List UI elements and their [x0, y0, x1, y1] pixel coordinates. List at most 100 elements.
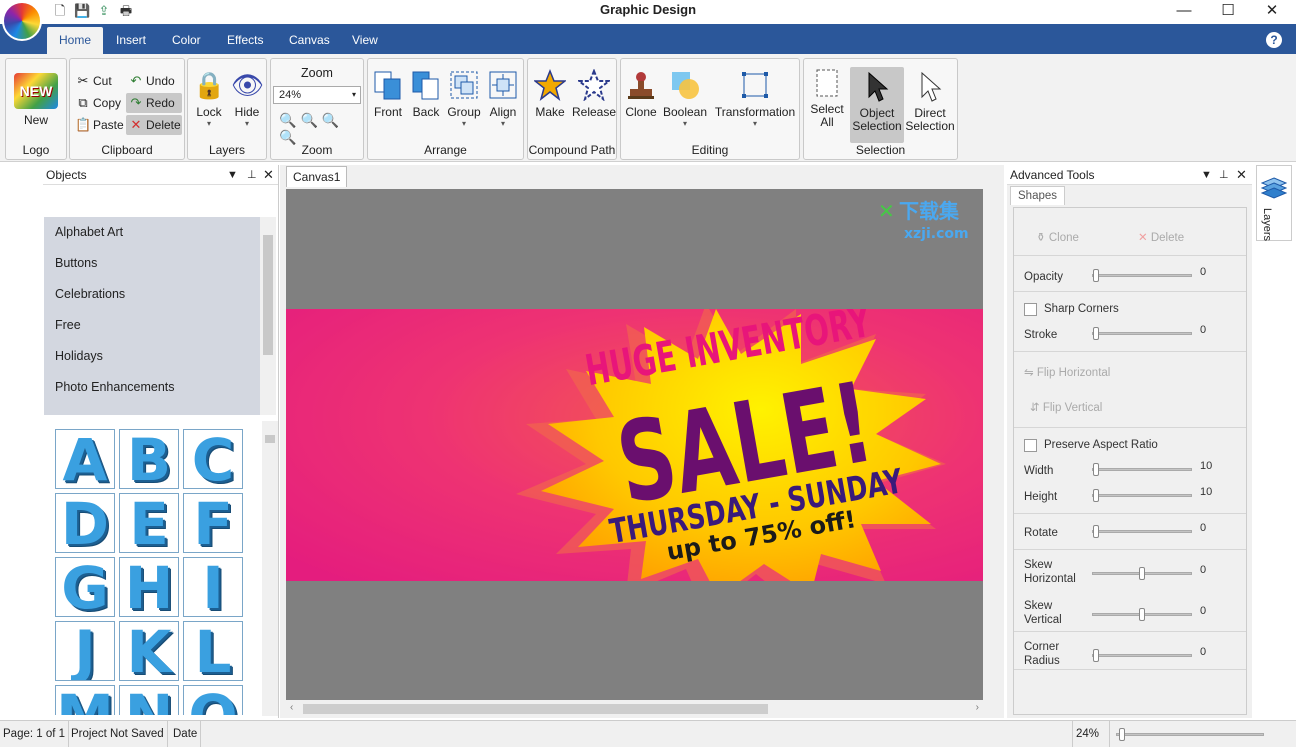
boolean-button[interactable]: Boolean ▾: [661, 69, 709, 128]
list-item[interactable]: Free: [44, 310, 276, 341]
delete-button[interactable]: ✕ Delete: [126, 115, 182, 135]
paste-button[interactable]: 📋 Paste: [73, 115, 124, 135]
stroke-slider[interactable]: [1092, 327, 1192, 340]
copy-button[interactable]: ⧉ Copy: [73, 93, 121, 113]
pin-icon[interactable]: ⊥: [1219, 165, 1229, 185]
zoom-slider[interactable]: [1116, 728, 1264, 741]
clone-prop-button[interactable]: ⚱ Clone: [1036, 230, 1079, 244]
letter-tile[interactable]: E: [119, 493, 179, 553]
flip-vertical-button[interactable]: ⇵ Flip Vertical: [1030, 401, 1102, 415]
tab-insert[interactable]: Insert: [104, 27, 158, 54]
skew-vertical-slider[interactable]: [1092, 608, 1192, 621]
cut-button[interactable]: ✂ Cut: [73, 71, 112, 91]
align-button[interactable]: Align ▾: [485, 69, 521, 128]
letter-tile[interactable]: I: [183, 557, 243, 617]
skew-horizontal-slider[interactable]: [1092, 567, 1192, 580]
canvas-viewport[interactable]: HUGE INVENTORY SALE! THURSDAY - SUNDAY u…: [286, 189, 983, 700]
height-slider-knob[interactable]: [1093, 489, 1099, 502]
list-item[interactable]: Alphabet Art: [44, 217, 276, 248]
zoom-out-icon[interactable]: 🔍: [322, 112, 343, 128]
group-button[interactable]: Group ▾: [446, 69, 482, 128]
letter-tile[interactable]: A: [55, 429, 115, 489]
minimize-button[interactable]: —: [1162, 0, 1206, 22]
transformation-button[interactable]: Transformation ▾: [713, 69, 797, 128]
undo-button[interactable]: ↶ Undo: [126, 71, 182, 91]
width-slider[interactable]: [1092, 463, 1192, 476]
letter-tile[interactable]: F: [183, 493, 243, 553]
zoom-fit-icon[interactable]: 🔍: [279, 112, 300, 128]
corner-radius-slider[interactable]: [1092, 649, 1192, 662]
preserve-aspect-checkbox[interactable]: [1024, 439, 1037, 452]
height-slider[interactable]: [1092, 489, 1192, 502]
letter-tile[interactable]: J: [55, 621, 115, 681]
scroll-left-icon[interactable]: ‹: [290, 702, 293, 713]
tab-color[interactable]: Color: [160, 27, 213, 54]
stroke-slider-knob[interactable]: [1093, 327, 1099, 340]
list-item[interactable]: Buttons: [44, 248, 276, 279]
canvas-hscroll-thumb[interactable]: [303, 704, 768, 714]
category-scroll-thumb[interactable]: [263, 235, 273, 355]
panel-menu-icon[interactable]: ▼: [1201, 165, 1212, 185]
tab-view[interactable]: View: [340, 27, 390, 54]
layers-side-tab[interactable]: Layers: [1256, 165, 1292, 241]
width-slider-knob[interactable]: [1093, 463, 1099, 476]
zoom-select[interactable]: 24% ▾: [273, 86, 361, 104]
letters-scroll-thumb[interactable]: [265, 435, 275, 443]
tab-shapes[interactable]: Shapes: [1010, 186, 1066, 205]
letter-tile[interactable]: M: [55, 685, 115, 715]
back-button[interactable]: Back: [408, 69, 444, 119]
zoom-in-icon[interactable]: 🔍: [300, 112, 321, 128]
hide-button[interactable]: 👁 Hide ▾: [230, 69, 264, 128]
letter-tile[interactable]: N: [119, 685, 179, 715]
skew-h-slider-knob[interactable]: [1139, 567, 1145, 580]
sharp-corners-checkbox[interactable]: [1024, 303, 1037, 316]
scroll-right-icon[interactable]: ›: [976, 702, 979, 713]
list-item[interactable]: Photo Enhancements: [44, 372, 276, 403]
letter-tile[interactable]: K: [119, 621, 179, 681]
list-item[interactable]: Holidays: [44, 341, 276, 372]
canvas-vscroll[interactable]: [983, 189, 999, 700]
panel-close-icon[interactable]: ✕: [1236, 165, 1247, 185]
letter-tile[interactable]: B: [119, 429, 179, 489]
make-button[interactable]: Make: [530, 68, 570, 119]
list-item[interactable]: Celebrations: [44, 279, 276, 310]
zoom-slider-knob[interactable]: [1119, 728, 1125, 741]
new-logo-button[interactable]: NEW New: [12, 73, 60, 127]
category-scrollbar[interactable]: [260, 217, 276, 415]
letter-tile[interactable]: D: [55, 493, 115, 553]
letter-tile[interactable]: O: [183, 685, 243, 715]
front-button[interactable]: Front: [370, 69, 406, 119]
maximize-button[interactable]: ☐: [1206, 0, 1250, 22]
direct-selection-button[interactable]: Direct Selection: [904, 71, 956, 133]
letter-tile[interactable]: L: [183, 621, 243, 681]
corner-slider-knob[interactable]: [1093, 649, 1099, 662]
pin-icon[interactable]: ⊥: [247, 165, 257, 185]
rotate-slider-knob[interactable]: [1093, 525, 1099, 538]
flip-horizontal-button[interactable]: ⇋ Flip Horizontal: [1024, 366, 1110, 380]
redo-button[interactable]: ↷ Redo: [126, 93, 182, 113]
object-selection-button[interactable]: Object Selection: [850, 67, 904, 143]
panel-close-icon[interactable]: ✕: [263, 165, 274, 185]
letter-tile[interactable]: G: [55, 557, 115, 617]
tab-canvas1[interactable]: Canvas1: [286, 166, 348, 187]
delete-prop-button[interactable]: ✕ Delete: [1138, 230, 1184, 244]
panel-menu-icon[interactable]: ▼: [227, 165, 238, 185]
opacity-slider[interactable]: [1092, 269, 1192, 282]
tab-canvas[interactable]: Canvas: [277, 27, 342, 54]
release-button[interactable]: Release: [572, 68, 616, 119]
rotate-slider[interactable]: [1092, 525, 1192, 538]
sale-banner[interactable]: HUGE INVENTORY SALE! THURSDAY - SUNDAY u…: [286, 309, 983, 581]
lock-button[interactable]: 🔒 Lock ▾: [192, 69, 226, 128]
app-logo-icon[interactable]: [2, 1, 42, 41]
letter-tile[interactable]: H: [119, 557, 179, 617]
skew-v-slider-knob[interactable]: [1139, 608, 1145, 621]
select-all-button[interactable]: Select All: [808, 67, 846, 129]
canvas-hscroll[interactable]: ‹ ›: [286, 701, 983, 717]
close-button[interactable]: ✕: [1250, 0, 1294, 22]
letters-scrollbar[interactable]: [262, 421, 278, 716]
clone-button[interactable]: Clone: [623, 69, 659, 119]
letter-tile[interactable]: C: [183, 429, 243, 489]
tab-effects[interactable]: Effects: [215, 27, 275, 54]
tab-home[interactable]: Home: [47, 27, 104, 54]
opacity-slider-knob[interactable]: [1093, 269, 1099, 282]
